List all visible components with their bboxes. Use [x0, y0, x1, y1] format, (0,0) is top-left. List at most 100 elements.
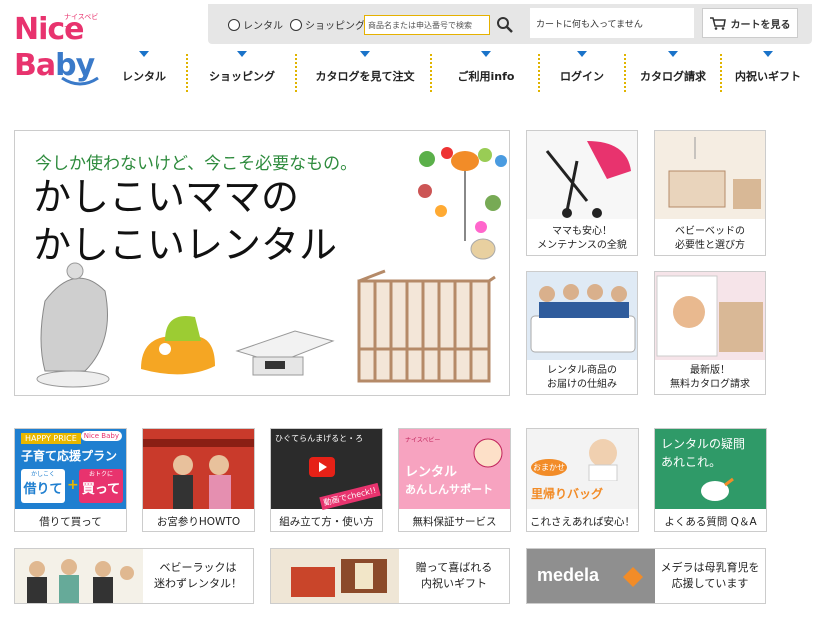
nav-info[interactable]: ご利用info: [436, 50, 536, 94]
chevron-down-icon: [481, 51, 491, 57]
satogaeri-label: 里帰りバッグ: [531, 487, 604, 501]
search-button[interactable]: [494, 14, 516, 36]
catalog-cover-image: [655, 272, 765, 360]
support-line2: あんしんサポート: [405, 483, 493, 496]
tile-baby-bed[interactable]: ベビーベッドの 必要性と選び方: [654, 130, 766, 256]
play-icon: [309, 457, 335, 477]
nav-gift-label: 内祝いギフト: [735, 70, 801, 83]
baby-crib-image: [357, 269, 496, 383]
chevron-down-icon: [237, 51, 247, 57]
video-title: ひぐてらんまげると・ろ: [275, 434, 364, 443]
chevron-down-icon: [763, 51, 773, 57]
hero-product-illustration: [36, 147, 507, 388]
search-icon: [497, 17, 513, 33]
tile-baby-rack-caption: ベビーラックは 迷わずレンタル！: [154, 561, 242, 590]
tile-warranty[interactable]: ナイスベビー レンタル あんしんサポート 無料保証サービス: [398, 428, 511, 532]
nav-rental-label: レンタル: [122, 70, 166, 83]
tile-baby-bed-caption: ベビーベッドの 必要性と選び方: [675, 226, 745, 251]
baby-rocker-image: [36, 262, 110, 388]
tile-gift-caption: 贈って喜ばれる 内祝いギフト: [415, 561, 493, 590]
tile-medela-caption: メデラは母乳育児を 応援しています: [660, 561, 760, 590]
nav-shopping-label: ショッピング: [209, 70, 275, 83]
radio-circle-icon[interactable]: [228, 18, 240, 31]
nav-divider: [538, 54, 540, 92]
tile-assembly-video[interactable]: ひぐてらんまげると・ろ 動画でcheck!! 組み立て方・使い方: [270, 428, 383, 532]
video-badge: 動画でcheck!!: [319, 482, 381, 511]
medela-banner: medela: [527, 549, 655, 603]
tile-maintenance-caption: ママも安心！ メンテナンスの全貌: [537, 226, 627, 251]
buy-sub-label: おトクに: [88, 471, 113, 478]
nav-catalog-order[interactable]: カタログを見て注文: [300, 50, 430, 94]
nav-catalog-order-label: カタログを見て注文: [315, 70, 415, 83]
hero-banner[interactable]: 今しか使わないけど、今こそ必要なもの。 かしこいママの かしこいレンタル: [14, 130, 510, 396]
baby-bed-room-image: [655, 131, 765, 219]
chevron-down-icon: [360, 51, 370, 57]
nav-info-label: ご利用info: [457, 70, 515, 83]
view-cart-button[interactable]: カートを見る: [702, 8, 798, 38]
chevron-down-icon: [577, 51, 587, 57]
nav-catalog-request-label: カタログ請求: [640, 70, 706, 83]
nav-divider: [430, 54, 432, 92]
nav-shopping[interactable]: ショッピング: [192, 50, 292, 94]
omakase-badge: おまかせ: [531, 459, 567, 476]
chevron-down-icon: [139, 51, 149, 57]
cart-status: カートに何も入ってません: [530, 8, 694, 38]
nav-gift[interactable]: 内祝いギフト: [726, 50, 810, 94]
support-banner: ナイスベビー レンタル あんしんサポート: [399, 429, 510, 509]
nav-rental[interactable]: レンタル: [108, 50, 180, 94]
medela-mark-icon: [623, 567, 643, 587]
tile-faq[interactable]: レンタルの疑問 あれこれ。 よくある質問 Q＆A: [654, 428, 767, 532]
delivery-staff-image: [527, 272, 637, 360]
radio-rental[interactable]: レンタル: [228, 17, 283, 32]
gift-set-image: [271, 549, 399, 603]
tile-catalog[interactable]: 最新版！ 無料カタログ請求: [654, 271, 766, 395]
rent-box: かしこく 借りて: [21, 469, 65, 503]
radio-shopping[interactable]: ショッピング: [290, 17, 365, 32]
baby-photo: [588, 439, 618, 481]
satogaeri-banner: おまかせ 里帰りバッグ: [527, 429, 638, 509]
radio-shopping-label: ショッピング: [305, 21, 365, 32]
tile-assembly-video-caption: 組み立て方・使い方: [279, 516, 374, 528]
stork-icon: [701, 477, 734, 501]
tile-warranty-caption: 無料保証サービス: [412, 516, 497, 528]
tile-omiyamairi[interactable]: お宮参りHOWTO: [142, 428, 255, 532]
search-input[interactable]: 商品名または申込番号で検索: [364, 15, 490, 35]
tile-delivery[interactable]: レンタル商品の お届けの仕組み: [526, 271, 638, 395]
shrine-family-image: [143, 429, 254, 509]
tile-gift[interactable]: 贈って喜ばれる 内祝いギフト: [270, 548, 510, 604]
faq-banner: レンタルの疑問 あれこれ。: [655, 429, 766, 509]
rent-sub-label: かしこく: [30, 471, 55, 478]
cart-icon: [709, 16, 726, 30]
nav-divider: [720, 54, 722, 92]
chevron-down-icon: [668, 51, 678, 57]
nav-divider: [295, 54, 297, 92]
nav-login[interactable]: ログイン: [544, 50, 620, 94]
tile-delivery-caption: レンタル商品の お届けの仕組み: [547, 365, 617, 390]
nav-catalog-request[interactable]: カタログ請求: [630, 50, 716, 94]
tile-maintenance[interactable]: ママも安心！ メンテナンスの全貌: [526, 130, 638, 256]
tile-satogaeri-caption: これさえあれば安心！: [530, 516, 635, 528]
buy-box: おトクに 買って: [79, 469, 123, 503]
tile-rent-and-buy[interactable]: HAPPY PRICE Nice Baby 子育て応援プラン かしこく 借りて …: [14, 428, 127, 532]
logo-text-ba: Ba: [14, 48, 56, 83]
buy-label: 買って: [81, 482, 121, 497]
tile-omiyamairi-caption: お宮参りHOWTO: [156, 516, 241, 528]
crib-mobile-image: [418, 147, 507, 260]
happy-price-label: HAPPY PRICE: [21, 433, 81, 444]
rent-buy-banner: HAPPY PRICE Nice Baby 子育て応援プラン かしこく 借りて …: [15, 429, 126, 509]
faq-line1: レンタルの疑問: [661, 437, 746, 451]
stroller-image: [527, 131, 637, 219]
view-cart-label: カートを見る: [730, 19, 791, 31]
tile-rent-and-buy-caption: 借りて買って: [39, 516, 102, 528]
plus-icon: +: [67, 477, 79, 493]
tile-medela[interactable]: medela メデラは母乳育児を 応援しています: [526, 548, 766, 604]
tile-satogaeri[interactable]: おまかせ 里帰りバッグ これさえあれば安心！: [526, 428, 639, 532]
nav-login-label: ログイン: [560, 70, 604, 83]
nav-divider: [624, 54, 626, 92]
site-logo[interactable]: Nice ナイスベビー Baby: [8, 10, 104, 92]
tile-baby-rack[interactable]: ベビーラックは 迷わずレンタル！: [14, 548, 254, 604]
radio-circle-icon[interactable]: [290, 18, 302, 31]
logo-kana: ナイスベビー: [64, 13, 99, 31]
tile-catalog-caption: 最新版！ 無料カタログ請求: [670, 365, 750, 390]
mascot-icon: [473, 438, 503, 468]
